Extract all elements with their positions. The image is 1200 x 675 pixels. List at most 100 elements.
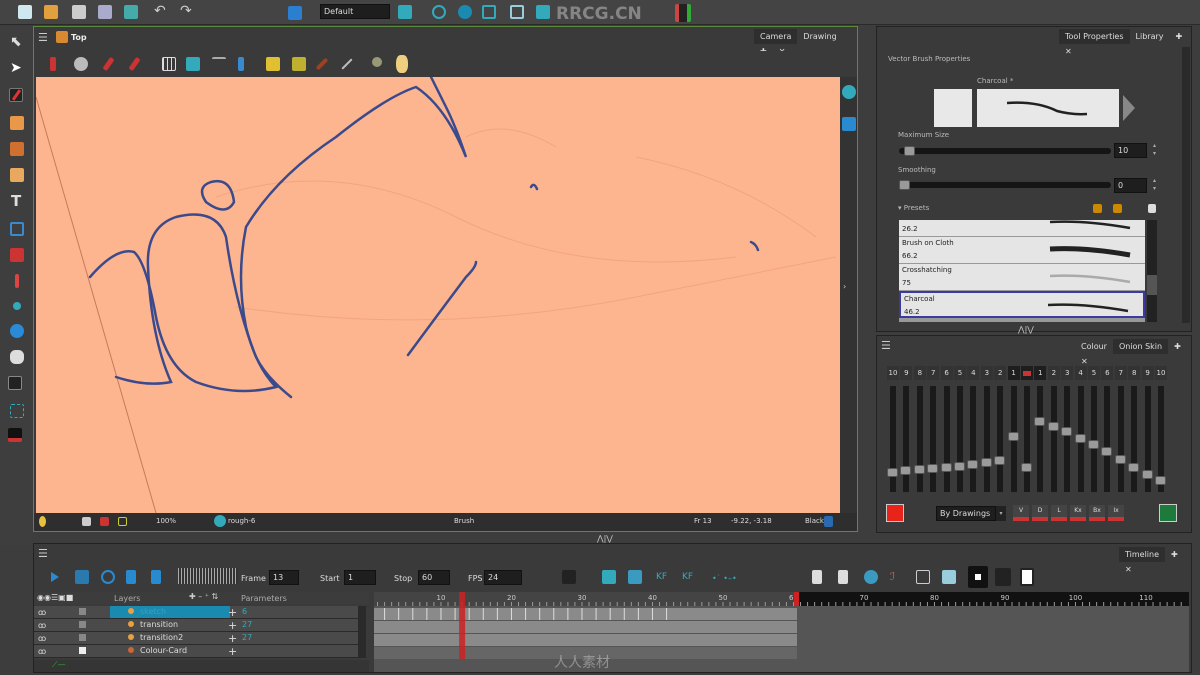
timeline-cells[interactable]: 10 20 30 40 50 60 70 80 90 100 110: [374, 592, 1189, 672]
panel-scrollbar[interactable]: [1182, 47, 1190, 323]
light-icon[interactable]: [396, 55, 408, 73]
visibility-toggle-icon[interactable]: ꝏ: [38, 647, 46, 656]
add-parameter-icon[interactable]: +: [228, 632, 237, 645]
onion-frame-label[interactable]: 6: [940, 366, 953, 380]
tab-library[interactable]: Library: [1130, 29, 1170, 44]
stagger-icon[interactable]: ℐ: [890, 570, 904, 584]
save-icon[interactable]: [72, 5, 86, 19]
onion-opacity-slider[interactable]: [1061, 386, 1073, 492]
pencil-icon[interactable]: [10, 116, 24, 130]
presets-scrollbar[interactable]: [1147, 220, 1157, 322]
field-guide-icon[interactable]: [212, 57, 226, 71]
reduce-exposure-icon[interactable]: [838, 570, 848, 584]
select-icon[interactable]: ⬉: [10, 34, 22, 50]
onion-frame-label[interactable]: 9: [1141, 366, 1154, 380]
layer-name-cell[interactable]: sketch: [110, 606, 230, 618]
add-panel-icon[interactable]: ✚: [1165, 547, 1184, 562]
layer-row[interactable]: ꝏ Colour-Card +: [34, 645, 359, 658]
add-parameter-icon[interactable]: +: [228, 645, 237, 658]
onion-opacity-slider[interactable]: [1101, 386, 1113, 492]
light-table-icon[interactable]: [238, 57, 244, 71]
home-icon[interactable]: [56, 31, 68, 43]
brush-tip-preview[interactable]: [934, 89, 972, 127]
layer-colour-icon[interactable]: [79, 608, 86, 615]
onion-frame-label[interactable]: 1: [1034, 366, 1047, 380]
splitter-arrows[interactable]: ⋀|⋁: [597, 534, 613, 543]
layer-name-cell[interactable]: transition2: [110, 632, 230, 644]
onion-frame-label[interactable]: 2: [994, 366, 1007, 380]
onion-opacity-slider[interactable]: [954, 386, 965, 492]
close-panel-icon[interactable]: ✕: [1059, 44, 1078, 59]
frame-icon[interactable]: [82, 517, 91, 526]
lightbulb-icon[interactable]: [39, 516, 46, 527]
onion-opacity-slider[interactable]: [1128, 386, 1140, 492]
slider-knob[interactable]: [980, 458, 992, 467]
layer-colour-icon[interactable]: [79, 634, 86, 641]
settings-icon[interactable]: [74, 57, 88, 71]
colour-swatch[interactable]: [824, 516, 833, 527]
panel-menu-icon[interactable]: ☰: [881, 339, 891, 352]
import-icon[interactable]: [124, 5, 138, 19]
onion-frame-label[interactable]: 2: [1047, 366, 1060, 380]
ease-icon[interactable]: [864, 570, 878, 584]
flip-icon[interactable]: [675, 4, 691, 22]
onion-mode-d-button[interactable]: D: [1032, 505, 1048, 521]
close-panel-icon[interactable]: ✕: [1119, 562, 1138, 577]
slider-knob[interactable]: [954, 461, 965, 471]
onion-mode-kx-button[interactable]: Kx: [1070, 505, 1086, 521]
smoothing-field[interactable]: 0: [1114, 178, 1147, 193]
onion-opacity-slider[interactable]: [994, 386, 1006, 492]
morph-icon[interactable]: [8, 376, 22, 390]
paint-icon[interactable]: [10, 142, 24, 156]
new-icon[interactable]: [18, 5, 32, 19]
layer-name-cell[interactable]: transition: [110, 619, 230, 631]
max-size-slider[interactable]: [899, 146, 1111, 156]
onion-frame-label[interactable]: 10: [1155, 366, 1167, 380]
layers-scrollbar[interactable]: [358, 606, 366, 658]
layout-icon[interactable]: [288, 6, 302, 20]
text-icon[interactable]: T: [11, 192, 21, 210]
layer-name-cell[interactable]: Colour-Card: [110, 645, 230, 657]
interpolation-icon[interactable]: [562, 570, 576, 584]
onion-frame-label[interactable]: 7: [1114, 366, 1127, 380]
layer-row[interactable]: ꝏ transition2 +27: [34, 632, 359, 645]
add-panel-icon[interactable]: ✚: [1170, 29, 1189, 44]
tab-tool-properties[interactable]: Tool Properties: [1059, 29, 1130, 44]
onion-mode-select[interactable]: By Drawings: [936, 506, 996, 521]
slider-knob[interactable]: [900, 465, 912, 475]
onion-frame-label[interactable]: 10: [887, 366, 899, 380]
pencil-line-icon[interactable]: [315, 57, 329, 71]
dropper-icon[interactable]: [15, 274, 19, 288]
onion-frame-label[interactable]: 4: [967, 366, 980, 380]
slider-knob[interactable]: [940, 462, 952, 472]
collapse-icon[interactable]: ›: [843, 282, 846, 291]
slider-knob[interactable]: [1007, 432, 1019, 442]
onion-opacity-slider[interactable]: [980, 386, 992, 492]
layer-row[interactable]: ꝏ transition +27: [34, 619, 359, 632]
onion-opacity-slider[interactable]: [1074, 386, 1086, 492]
onion-mode-v-button[interactable]: V: [1013, 505, 1029, 521]
frame-field[interactable]: 13: [269, 570, 299, 585]
contour-editor-icon[interactable]: ➤: [10, 60, 22, 76]
brush-stroke-preview[interactable]: [977, 89, 1119, 127]
onion-opacity-slider[interactable]: [1088, 386, 1099, 492]
play-icon[interactable]: [51, 572, 59, 582]
max-size-field[interactable]: 10: [1114, 143, 1147, 158]
current-frame-marker[interactable]: [1021, 366, 1033, 380]
sound-scrubbing-icon[interactable]: [151, 570, 161, 584]
add-drawing-layer-icon[interactable]: [602, 570, 616, 584]
slider-knob[interactable]: [1034, 416, 1046, 426]
fps-field[interactable]: 24: [484, 570, 522, 585]
canvas-svg[interactable]: [36, 77, 840, 513]
smoothing-stepper[interactable]: ▴ ▾: [1153, 177, 1156, 193]
new-preset-icon[interactable]: [1093, 204, 1102, 213]
onion-frame-label[interactable]: 5: [1088, 366, 1100, 380]
onion-frame-label[interactable]: 3: [980, 366, 993, 380]
slider-knob[interactable]: [967, 459, 979, 469]
extend-exposure-icon[interactable]: [812, 570, 822, 584]
stamp-icon[interactable]: [8, 428, 22, 442]
preset-item[interactable]: Charcoal 46.2: [899, 291, 1145, 318]
onion-opacity-slider[interactable]: [1155, 386, 1166, 492]
onion-mode-ix-button[interactable]: Ix: [1108, 505, 1124, 521]
crosshair-icon[interactable]: [432, 5, 446, 19]
